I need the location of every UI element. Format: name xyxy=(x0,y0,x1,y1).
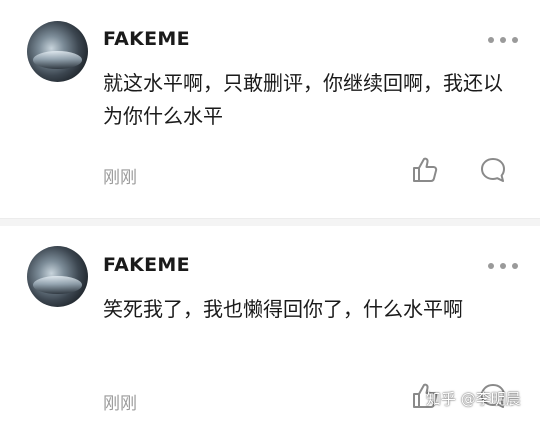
more-dots-icon[interactable] xyxy=(488,36,518,44)
avatar[interactable] xyxy=(27,246,88,307)
more-dots-icon[interactable] xyxy=(488,262,518,270)
comment-divider xyxy=(0,218,540,226)
comment-item: FAKEME 就这水平啊，只敢删评，你继续回啊，我还以为你什么水平 刚刚 xyxy=(0,0,540,218)
thumbs-up-icon[interactable] xyxy=(411,156,439,184)
comment-text: 就这水平啊，只敢删评，你继续回啊，我还以为你什么水平 xyxy=(103,71,503,128)
avatar[interactable] xyxy=(27,21,88,82)
watermark: 知乎 @李明晨 xyxy=(426,390,521,408)
comment-time: 刚刚 xyxy=(103,394,137,414)
comment-text: 笑死我了，我也懒得回你了，什么水平啊 xyxy=(103,297,463,321)
username[interactable]: FAKEME xyxy=(103,28,190,50)
username[interactable]: FAKEME xyxy=(103,254,190,276)
chat-bubble-icon[interactable] xyxy=(479,156,507,184)
comment-time: 刚刚 xyxy=(103,168,137,188)
